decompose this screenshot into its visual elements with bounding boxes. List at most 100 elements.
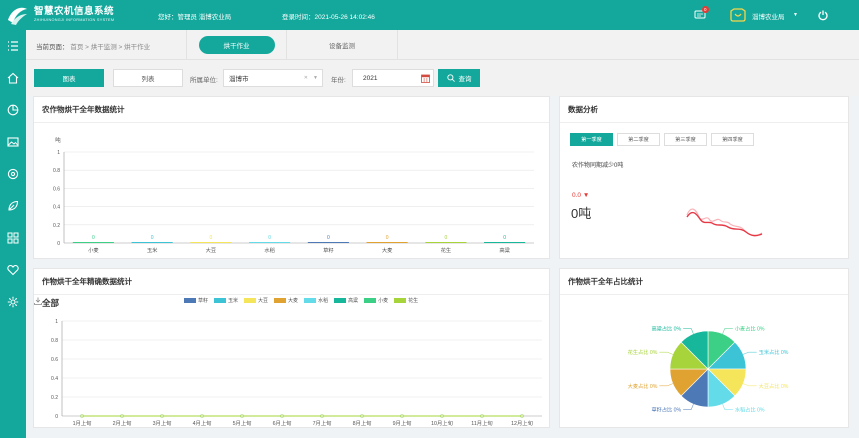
data-point	[440, 414, 444, 418]
x-tick-label: 小麦	[88, 246, 99, 254]
legend-item[interactable]: 大豆	[244, 297, 268, 304]
sidebar-item-favorites[interactable]	[0, 254, 26, 286]
share-pie-chart: 小麦占比 0% 玉米占比 0% 大豆占比 0% 水稻占比 0% 草籽占比 0% 大麦占比 …	[628, 324, 789, 414]
change-indicator: 0.0 ▼	[572, 192, 590, 199]
sidebar-item-system[interactable]	[0, 286, 26, 318]
bar-value-label: 0	[503, 235, 506, 241]
analysis-value: 0吨	[571, 206, 592, 221]
app-subtitle: ZHIHUINONGJI INFORMATION SYSTEM	[34, 17, 115, 22]
legend-item[interactable]: 花生	[394, 297, 418, 304]
annual-stats-title: 农作物烘干全年数据统计	[34, 97, 549, 123]
data-analysis-title: 数据分析	[560, 97, 848, 123]
decorative-wave	[686, 208, 763, 237]
sidebar-item-menu[interactable]	[0, 30, 26, 62]
sidebar-item-home[interactable]	[0, 62, 26, 94]
breadcrumb: 当前页面： 首页 > 烘干监测 > 烘干作业	[36, 41, 150, 51]
x-tick-label: 高粱	[499, 246, 510, 254]
legend-item[interactable]: 小麦	[364, 297, 388, 304]
username[interactable]: 淄博农业局	[752, 11, 785, 21]
x-tick-label: 11月上旬	[471, 419, 492, 427]
legend-item[interactable]: 高粱	[334, 297, 358, 304]
tab-drying-work[interactable]: 烘干作业	[186, 30, 286, 60]
pie-leader-line	[659, 383, 673, 387]
search-icon	[446, 74, 455, 82]
all-filter-label[interactable]: 全部	[42, 297, 59, 309]
legend-item[interactable]: 玉米	[214, 297, 238, 304]
legend-item[interactable]: 水稻	[304, 297, 328, 304]
login-time: 登录时间：2021-05-26 14:02:46	[282, 14, 375, 21]
app-title: 智慧农机信息系统	[34, 6, 115, 18]
clear-icon[interactable]: ✕	[304, 75, 308, 81]
pie-label: 大麦占比 0%	[628, 382, 658, 390]
pie-label: 高粱占比 0%	[651, 324, 681, 332]
chart-view-button[interactable]: 图表	[34, 69, 104, 87]
pie-label: 草籽占比 0%	[651, 406, 681, 414]
sidebar-item-statistics[interactable]	[0, 94, 26, 126]
legend-swatch	[304, 298, 317, 303]
y-tick-label: 0.8	[51, 338, 58, 344]
x-tick-label: 4月上旬	[193, 419, 212, 427]
sidebar-item-apps[interactable]	[0, 222, 26, 254]
tab-q2[interactable]: 第二季度	[617, 133, 660, 146]
calendar-icon[interactable]	[421, 74, 430, 83]
data-point	[120, 414, 124, 418]
unit-select[interactable]: 淄博市 ✕ ▼	[223, 69, 323, 87]
x-tick-label: 6月上旬	[273, 419, 292, 427]
tab-device-monitoring[interactable]: 设备监测	[286, 30, 398, 60]
tab-q4[interactable]: 第四季度	[711, 133, 754, 146]
analysis-note: 农作物同期减少0吨	[572, 163, 624, 169]
x-tick-label: 3月上旬	[153, 419, 172, 427]
user-avatar-icon[interactable]	[730, 8, 746, 22]
y-tick-label: 1	[55, 319, 58, 325]
bar-value-label: 0	[209, 235, 212, 241]
pie-leader-line	[743, 383, 757, 387]
legend-label: 小麦	[378, 298, 389, 304]
brand: 智慧农机信息系统 ZHIHUINONGJI INFORMATION SYSTEM	[34, 7, 114, 22]
legend-swatch	[184, 298, 196, 303]
precise-line-chart: 00.20.40.60.811月上旬 2月上旬 3月上旬 4月上旬 5月上旬 6月上旬 7月…	[51, 319, 542, 427]
chevron-down-icon[interactable]: ▼	[793, 12, 798, 18]
breadcrumb-path[interactable]: 首页 > 烘干监测 > 烘干作业	[70, 44, 150, 51]
legend-label: 水稻	[318, 298, 329, 304]
year-label: 年份:	[331, 77, 346, 84]
tab-q1[interactable]: 第一季度	[570, 133, 613, 146]
x-tick-label: 8月上旬	[353, 419, 372, 427]
chevron-down-icon[interactable]: ▼	[313, 75, 318, 81]
legend-label: 玉米	[228, 298, 239, 304]
legend-label: 大麦	[288, 298, 299, 304]
quarter-tabs: 第一季度 第二季度 第三季度 第四季度	[570, 133, 754, 146]
toolbar: 图表 列表 所属单位: 淄博市 ✕ ▼ 年份: 2021 查询	[26, 60, 859, 96]
precise-stats-title: 作物烘干全年精确数据统计	[34, 269, 549, 295]
x-tick-label: 12月上旬	[511, 419, 533, 427]
unit-select-value: 淄博市	[229, 76, 249, 83]
sidebar-item-images[interactable]	[0, 126, 26, 158]
power-icon[interactable]	[817, 9, 829, 21]
legend-swatch	[364, 298, 377, 303]
message-button[interactable]: 0	[694, 6, 709, 21]
tab-q3[interactable]: 第三季度	[664, 133, 707, 146]
bar-value-label: 0	[444, 235, 447, 241]
line-chart-legend: 草籽 玉米 大豆 大麦 水稻 高粱 小麦 花生	[184, 297, 418, 304]
pie-leader-line	[722, 404, 733, 410]
sidebar-item-drying[interactable]	[0, 190, 26, 222]
legend-swatch	[274, 298, 287, 303]
y-tick-label: 0.6	[51, 357, 58, 363]
legend-swatch	[214, 298, 227, 303]
data-point	[520, 414, 524, 418]
legend-item[interactable]: 大麦	[274, 297, 298, 304]
y-tick-label: 0	[57, 241, 60, 247]
bar-value-label: 0	[92, 235, 95, 241]
query-button[interactable]: 查询	[438, 69, 480, 87]
legend-item[interactable]: 草籽	[184, 297, 208, 304]
data-point	[400, 414, 404, 418]
bar	[307, 242, 349, 243]
y-tick-label: 0.4	[51, 376, 58, 382]
y-tick-label: 0.2	[51, 395, 58, 401]
bar	[484, 242, 526, 243]
download-icon[interactable]	[34, 297, 42, 305]
data-point	[320, 414, 324, 418]
year-input[interactable]: 2021	[352, 69, 434, 87]
list-view-button[interactable]: 列表	[113, 69, 183, 87]
bar-value-label: 0	[386, 235, 389, 241]
sidebar-item-settings[interactable]	[0, 158, 26, 190]
